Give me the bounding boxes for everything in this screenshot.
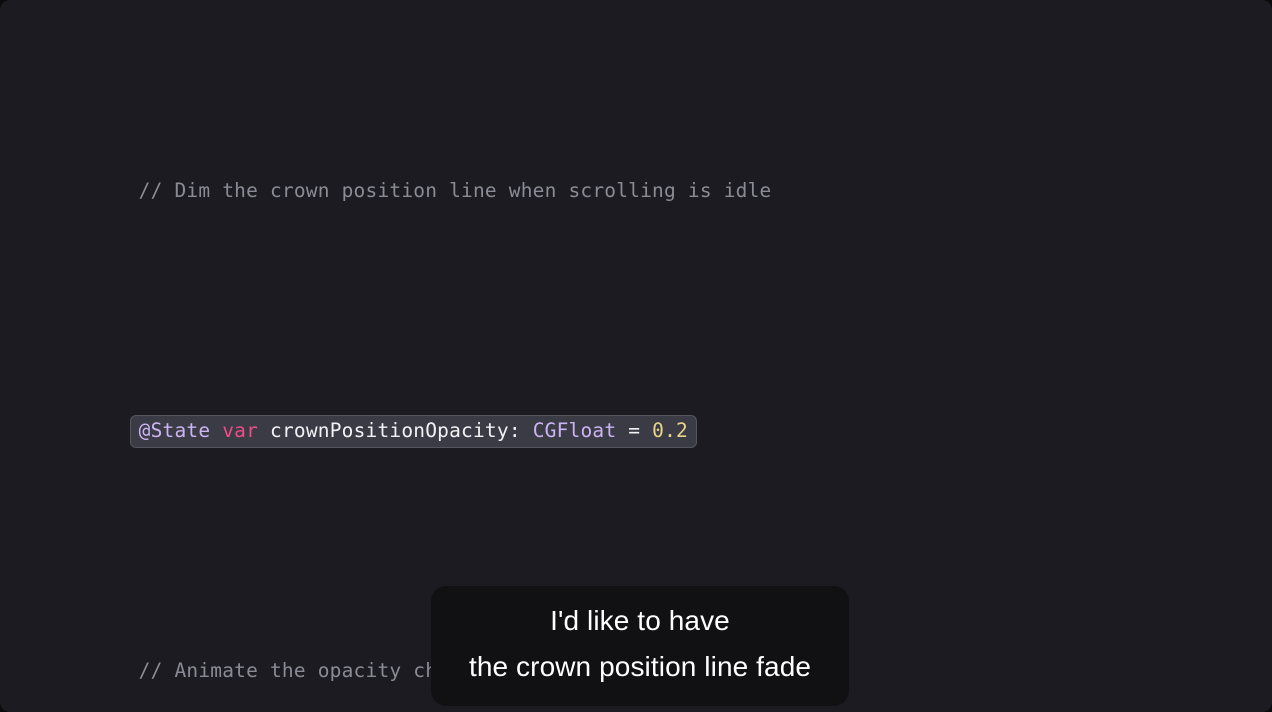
code-line-comment-1: // Dim the crown position line when scro… xyxy=(67,146,867,202)
default-value: 0.2 xyxy=(652,419,688,442)
highlighted-declaration: @State var crownPositionOpacity: CGFloat… xyxy=(129,415,697,448)
state-attribute: @State xyxy=(138,419,211,442)
code-line-declaration: @State var crownPositionOpacity: CGFloat… xyxy=(67,386,867,448)
type-name: CGFloat xyxy=(532,419,617,442)
equals-operator: = xyxy=(616,419,653,442)
variable-name: crownPositionOpacity xyxy=(258,419,509,442)
colon: : xyxy=(508,419,533,442)
caption-line-2: the crown position line fade xyxy=(468,651,812,682)
comment-text: // Dim the crown position line when scro… xyxy=(138,179,772,202)
screen-recording-frame: // Dim the crown position line when scro… xyxy=(0,0,1272,712)
caption-line-1: I'd like to have xyxy=(550,605,730,636)
var-keyword: var xyxy=(222,419,259,442)
caption-overlay: I'd like to have the crown position line… xyxy=(431,586,849,706)
